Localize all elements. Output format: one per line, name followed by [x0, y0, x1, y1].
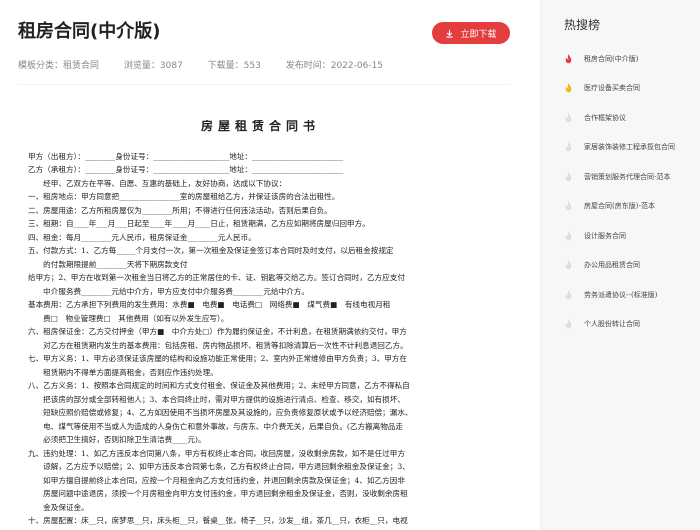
- document-line: 金及保证金。: [28, 502, 89, 512]
- meta-publish-date: 发布时间：2022-06-15: [285, 61, 384, 71]
- document-body: 甲方（出租方）：________身份证号：___________________…: [28, 150, 493, 530]
- hot-search-item[interactable]: 医疗设备买卖合同: [541, 74, 700, 104]
- document-line: 九、违约处理：1、如乙方违反本合同第八条，甲方有权终止本合同，收回房屋，没收剩余…: [28, 448, 405, 458]
- document-line: 五、付款方式：1、乙方每_____个月支付一次，第一次租金及保证金签订本合同时及…: [28, 246, 394, 255]
- hot-search-label: 劳务派遣协议--(标准版): [584, 290, 658, 299]
- document-line: 三、租期：自____年___月___日起至____年____月____日止，租赁…: [28, 219, 370, 228]
- meta-category: 模板分类：租赁合同: [18, 61, 100, 71]
- hot-search-item[interactable]: 设计服务合同: [541, 221, 700, 251]
- flame-icon: [562, 260, 574, 270]
- hot-search-item[interactable]: 合作框架协议: [541, 103, 700, 133]
- hot-search-item[interactable]: 租房合同(中介版): [541, 44, 700, 74]
- download-label: 立即下载: [460, 29, 497, 40]
- hot-search-label: 房屋合同(房东版)-范本: [584, 202, 655, 211]
- document-line: 乙方（承租方）：________身份证号：___________________…: [28, 165, 344, 174]
- document-line: 十、房屋配置：床__只，席梦思__只，床头柜__只，餐桌__张，椅子__只，沙发…: [28, 516, 408, 525]
- document-line: 如甲方擅自提前终止本合同，应按一个月租金向乙方支付违约金，并退回剩余房款及保证金…: [28, 475, 405, 485]
- hot-search-item[interactable]: 劳务派遣协议--(标准版): [541, 280, 700, 310]
- hot-search-sidebar: 热搜榜 租房合同(中介版) 医疗设备买卖合同 合作框架协议家居装饰装修工程承揽包合同…: [540, 0, 700, 530]
- document-title: 房屋租赁合同书: [200, 120, 320, 133]
- divider: [18, 84, 510, 85]
- meta-views: 浏览量：3087: [123, 61, 183, 71]
- flame-icon: [562, 83, 574, 93]
- hot-search-label: 家居装饰装修工程承揽包合同: [584, 143, 675, 152]
- document-preview: 房屋租赁合同书 甲方（出租方）：________身份证号：___________…: [28, 120, 493, 530]
- document-line: 四、租金：每月________元人民币，租房保证金________元人民币。: [28, 232, 256, 242]
- document-line: 必须把卫生搞好，否则扣除卫生清洁费____元)。: [28, 435, 206, 444]
- document-line: 房屋问题中途退房，须按一个月房租金向甲方支付违约金，甲方退回剩余租金及保证金，否…: [28, 489, 408, 498]
- flame-icon: [562, 171, 574, 182]
- document-line: 短缺应照价赔偿或修复；4、乙方如因使用不当损坏房屋及其设施的，应负责修复原状或予…: [28, 408, 413, 417]
- document-line: 费□ 物业管理费□ 其他费用（如有以外发生应写）。: [28, 313, 229, 323]
- hot-search-label: 营销策划服务代理合同-范本: [584, 172, 671, 181]
- download-icon: [446, 29, 454, 38]
- hot-search-label: 合作框架协议: [584, 113, 626, 122]
- document-line: 八、乙方义务：1、按照本合同规定的时间和方式支付租金、保证金及其他费用；2、未经…: [28, 381, 410, 390]
- document-line: 二、房屋用途：乙方所租房屋仅为________所用；不得进行任何违法活动，否则后…: [28, 205, 332, 215]
- flame-icon: [562, 53, 574, 64]
- page: 租房合同(中介版) 模板分类：租赁合同 浏览量：3087 下载量：553 发布时…: [0, 0, 700, 530]
- hot-search-label: 个人股份转让合同: [584, 320, 640, 329]
- flame-icon: [562, 142, 574, 152]
- hot-search-list: 租房合同(中介版) 医疗设备买卖合同 合作框架协议家居装饰装修工程承揽包合同 营销策划…: [541, 44, 700, 339]
- document-line: 七、甲方义务：1、甲方必须保证该房屋的结构和设施功能正常使用；2、室内外正常维修…: [28, 354, 407, 363]
- flame-icon: [562, 289, 574, 300]
- document-line: 基本费用：乙方承担下列费用的发生费用：水费■ 电费■ 电话费□ 网络费■ 煤气费…: [28, 300, 391, 309]
- sidebar-title: 热搜榜: [564, 18, 601, 32]
- document-line: 六、租房保证金：乙方交付押金（甲方■ 中介方处□）作为履约保证金，不计利息，在租…: [28, 327, 407, 336]
- document-line: 给甲方；2、甲方在收到第一次租金当日将乙方的正常居住的卡、证、钥匙等交给乙方。签…: [28, 273, 405, 282]
- document-line: 电、煤气等使用不当或人为造成的人身伤亡和意外事故，与房东、中介费无关，后果自负。…: [28, 421, 404, 431]
- hot-search-item[interactable]: 家居装饰装修工程承揽包合同: [541, 133, 700, 163]
- flame-icon: [562, 201, 574, 211]
- document-line: 经甲、乙双方在平等、自愿、互惠的基础上，友好协商，达成以下协议：: [28, 178, 287, 188]
- hot-search-item[interactable]: 办公用品租赁合同: [541, 251, 700, 281]
- hot-search-label: 医疗设备买卖合同: [584, 84, 640, 93]
- document-line: 一、租房地点：甲方同意把________________室的房屋租给乙方，并保证…: [28, 192, 340, 201]
- hot-search-item[interactable]: 营销策划服务代理合同-范本: [541, 162, 700, 192]
- download-button[interactable]: 立即下载: [432, 22, 510, 44]
- document-line: 谅解，乙方应予以赔偿；2、如甲方违反本合同第七条，乙方有权终止合同，甲方退回剩余…: [28, 462, 410, 471]
- hot-search-item[interactable]: 个人股份转让合同: [541, 310, 700, 340]
- hot-search-label: 办公用品租赁合同: [584, 261, 640, 270]
- flame-icon: [562, 230, 574, 241]
- hot-search-item[interactable]: 房屋合同(房东版)-范本: [541, 192, 700, 222]
- document-line: 的付款期限提前________天将下期房款支付: [28, 259, 188, 269]
- hot-search-label: 租房合同(中介版): [584, 54, 639, 63]
- meta-downloads: 下载量：553: [207, 61, 261, 71]
- flame-icon: [562, 319, 574, 329]
- document-line: 甲方（出租方）：________身份证号：___________________…: [28, 151, 344, 161]
- flame-icon: [562, 112, 574, 123]
- document-header: 租房合同(中介版) 模板分类：租赁合同 浏览量：3087 下载量：553 发布时…: [18, 18, 510, 71]
- document-line: 对乙方在租赁期内发生的基本费用：包括房租、房内物品损坏、租赁等扣除清算后一次性不…: [28, 340, 408, 350]
- document-line: 把该房的部分或全部转租他人；3、本合同终止时，需对甲方提供的设施进行清点、检查、…: [28, 394, 405, 404]
- hot-search-label: 设计服务合同: [584, 231, 626, 240]
- main-content: 租房合同(中介版) 模板分类：租赁合同 浏览量：3087 下载量：553 发布时…: [0, 0, 530, 530]
- document-line: 租赁期内不得单方面提高租金，否则应作违约处理。: [28, 367, 218, 377]
- document-line: 中介服务费________元给中介方，甲方应支付中介服务费________元给中…: [28, 286, 309, 296]
- document-meta: 模板分类：租赁合同 浏览量：3087 下载量：553 发布时间：2022-06-…: [18, 58, 405, 71]
